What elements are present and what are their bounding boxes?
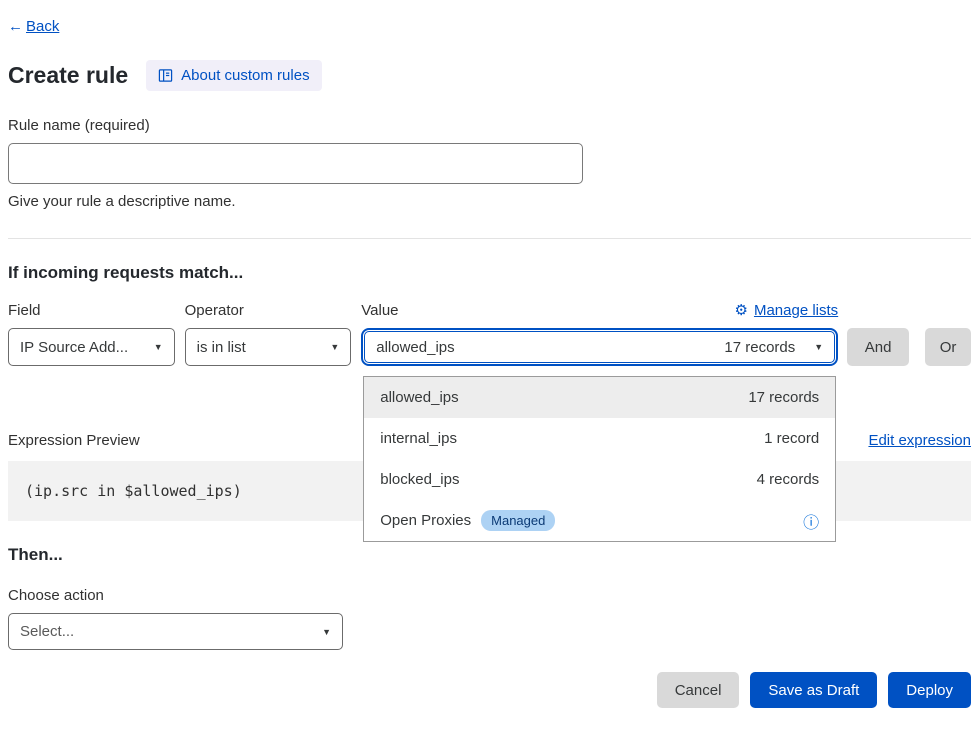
book-icon [158, 68, 173, 83]
action-select[interactable]: Select... ▼ [8, 613, 343, 650]
rule-name-label: Rule name (required) [8, 117, 971, 134]
choose-action-label: Choose action [8, 587, 971, 604]
value-label-row: Value ⚙ Manage lists [361, 301, 838, 319]
list-item-allowed-ips[interactable]: allowed_ips 17 records [364, 377, 835, 418]
rule-name-help-text: Give your rule a descriptive name. [8, 193, 971, 210]
list-item-open-proxies[interactable]: Open Proxies Managed ⓘ [364, 500, 835, 541]
value-column: Value ⚙ Manage lists allowed_ips 17 reco… [361, 301, 838, 366]
list-item-blocked-ips[interactable]: blocked_ips 4 records [364, 459, 835, 500]
field-select-value: IP Source Add... [20, 339, 128, 356]
list-item-name: blocked_ips [380, 471, 459, 488]
match-condition-row: Field IP Source Add... ▼ Operator is in … [8, 301, 971, 366]
title-row: Create rule About custom rules [8, 60, 971, 91]
operator-select-value: is in list [197, 339, 246, 356]
chevron-down-icon: ▼ [330, 342, 339, 352]
deploy-button[interactable]: Deploy [888, 672, 971, 708]
value-select-right: 17 records ▼ [724, 339, 823, 356]
list-item-internal-ips[interactable]: internal_ips 1 record [364, 418, 835, 459]
create-rule-page: ←Back Create rule About custom rules Rul… [0, 0, 979, 726]
about-custom-rules-link[interactable]: About custom rules [146, 60, 321, 91]
or-button[interactable]: Or [925, 328, 971, 366]
list-item-name: internal_ips [380, 430, 457, 447]
field-label: Field [8, 302, 175, 319]
edit-expression-link[interactable]: Edit expression [868, 432, 971, 449]
page-title: Create rule [8, 62, 128, 89]
footer-actions: Cancel Save as Draft Deploy [8, 672, 971, 726]
cancel-button[interactable]: Cancel [657, 672, 740, 708]
and-button[interactable]: And [847, 328, 909, 366]
operator-select[interactable]: is in list ▼ [185, 328, 352, 366]
back-arrow-icon: ← [8, 18, 23, 35]
list-item-name: allowed_ips [380, 389, 458, 406]
expression-preview-label: Expression Preview [8, 432, 140, 449]
field-column: Field IP Source Add... ▼ [8, 302, 175, 366]
section-divider [8, 238, 971, 239]
action-select-placeholder: Select... [20, 623, 74, 640]
list-item-detail: 17 records [748, 389, 819, 406]
value-select-value: allowed_ips [376, 339, 454, 356]
value-select-records: 17 records [724, 339, 795, 356]
value-select[interactable]: allowed_ips 17 records ▼ [364, 331, 835, 363]
list-item-left: Open Proxies Managed [380, 510, 555, 531]
value-dropdown-menu: allowed_ips 17 records internal_ips 1 re… [363, 376, 836, 542]
list-item-detail: 1 record [764, 430, 819, 447]
rule-name-input[interactable] [8, 143, 583, 184]
about-custom-rules-label: About custom rules [181, 67, 309, 84]
value-label: Value [361, 302, 398, 319]
chevron-down-icon: ▼ [322, 627, 331, 637]
list-item-detail: 4 records [757, 471, 820, 488]
operator-label: Operator [185, 302, 352, 319]
list-item-name: Open Proxies [380, 512, 471, 529]
manage-lists-link[interactable]: ⚙ Manage lists [735, 301, 839, 319]
manage-lists-label: Manage lists [754, 302, 838, 319]
back-link-label: Back [26, 18, 59, 35]
then-section-heading: Then... [8, 545, 971, 565]
gear-icon: ⚙ [735, 301, 748, 319]
match-section-heading: If incoming requests match... [8, 263, 971, 283]
field-select[interactable]: IP Source Add... ▼ [8, 328, 175, 366]
save-as-draft-button[interactable]: Save as Draft [750, 672, 877, 708]
operator-column: Operator is in list ▼ [185, 302, 352, 366]
chevron-down-icon: ▼ [154, 342, 163, 352]
managed-badge: Managed [481, 510, 555, 531]
value-select-focus-ring: allowed_ips 17 records ▼ [361, 328, 838, 366]
back-link[interactable]: ←Back [8, 18, 59, 35]
chevron-down-icon: ▼ [814, 342, 823, 352]
info-icon[interactable]: ⓘ [803, 509, 819, 533]
